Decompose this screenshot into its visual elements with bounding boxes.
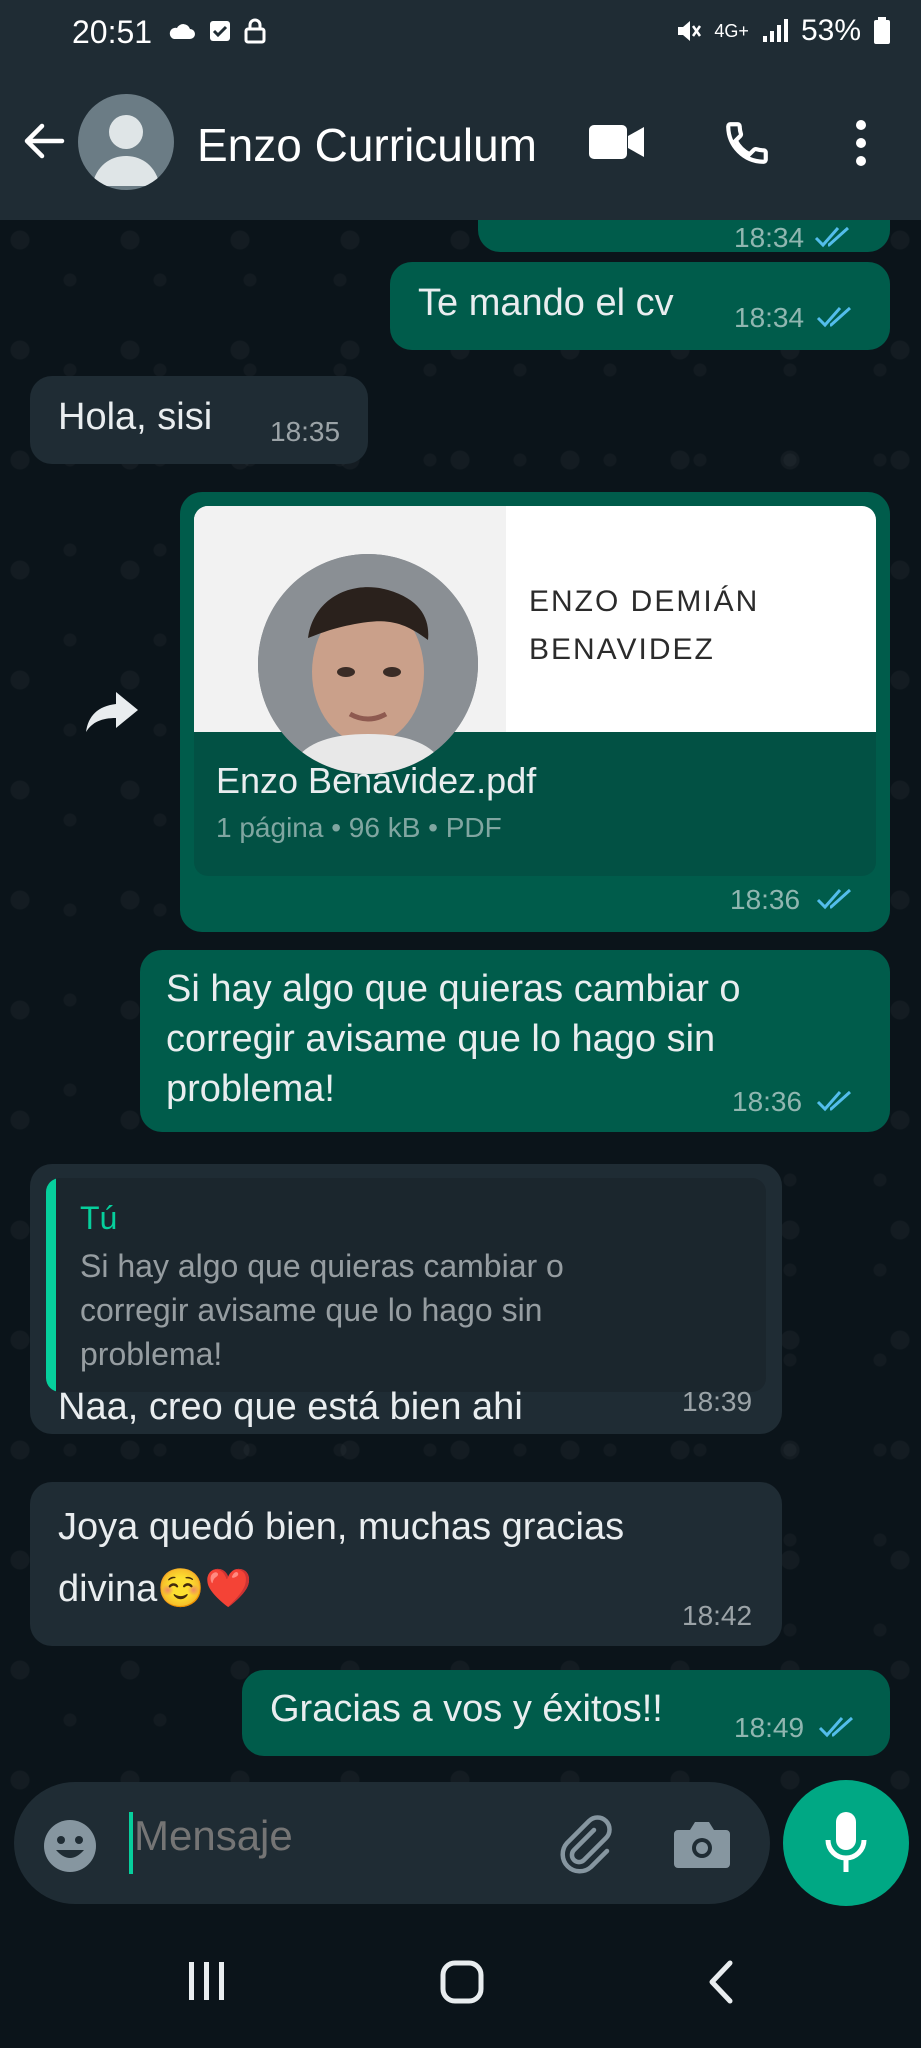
message-composer [14,1782,770,1904]
notification-icons [166,18,266,44]
emoji-icon[interactable] [42,1818,98,1879]
message-input[interactable] [134,1812,534,1860]
cloud-icon [169,24,195,39]
quoted-author: Tú [80,1200,118,1236]
message-time: 18:35 [270,416,341,447]
message-document[interactable]: ENZO DEMIÁN BENAVIDEZ Enzo Benavidez.pdf… [180,492,890,932]
forward-icon[interactable] [84,690,140,739]
profile-photo [258,554,478,774]
video-call-icon[interactable] [588,124,646,165]
mic-icon [825,1812,867,1872]
more-vert-icon[interactable] [846,118,876,173]
mute-icon [678,21,702,41]
phone-icon[interactable] [722,118,772,173]
chat-header: Enzo Curriculum [0,68,921,220]
message-text: Joya quedó bien, muchas gracias divina☺️… [58,1506,625,1610]
message-outgoing[interactable]: Gracias a vos y éxitos!! 18:49 [242,1670,890,1756]
message-time: 18:42 [682,1600,753,1631]
message-incoming[interactable]: Joya quedó bien, muchas gracias divina☺️… [30,1482,782,1646]
read-ticks-icon [814,226,850,248]
home-icon[interactable] [440,1960,484,2009]
message-time: 18:36 [730,884,801,915]
message-text: Naa, creo que está bien ahi [58,1386,523,1428]
message-time: 18:39 [682,1386,753,1417]
message-text: Si hay algo que quieras cambiar o correg… [166,968,741,1110]
message-outgoing[interactable]: Si hay algo que quieras cambiar o correg… [140,950,890,1132]
document-card[interactable]: ENZO DEMIÁN BENAVIDEZ Enzo Benavidez.pdf… [194,506,876,876]
message-text: Hola, sisi [58,396,213,438]
contact-name[interactable]: Enzo Curriculum [197,118,537,172]
message-text: Gracias a vos y éxitos!! [270,1688,663,1730]
back-arrow-icon[interactable] [20,118,66,169]
document-file-name: Enzo Benavidez.pdf [216,760,537,801]
read-ticks-icon [816,306,852,328]
nav-back-icon[interactable] [706,1960,736,2009]
read-ticks-icon [818,1716,854,1738]
document-preview: ENZO DEMIÁN BENAVIDEZ [194,506,876,774]
status-time: 20:51 [72,14,153,50]
avatar[interactable] [78,94,174,190]
status-bar: 20:51 4G+ 53% [0,0,921,68]
message-text: Te mando el cv [418,282,674,324]
message-outgoing[interactable]: Te mando el cv 18:34 [390,262,890,350]
message-time: 18:49 [734,1712,805,1743]
system-indicators: 4G+ 53% [674,14,891,48]
mic-button[interactable] [783,1780,909,1906]
read-ticks-icon [816,1090,852,1112]
message-incoming[interactable]: Hola, sisi 18:35 [30,376,368,464]
network-type: 4G+ [714,20,749,41]
battery-percent: 53% [800,14,861,47]
message-time: 18:34 [734,222,805,253]
message-time: 18:34 [734,302,805,333]
signal-icon [762,19,788,42]
recent-apps-icon[interactable] [186,1960,228,2007]
document-heading: ENZO DEMIÁN BENAVIDEZ [529,585,760,666]
quoted-text: Si hay algo que quieras cambiar o correg… [80,1248,564,1372]
document-meta: 1 página • 96 kB • PDF [216,812,502,843]
attach-icon[interactable] [554,1812,616,1879]
lock-icon [244,18,266,44]
system-nav-bar [0,1910,921,2048]
battery-icon [874,17,890,44]
message-incoming-reply[interactable]: Tú Si hay algo que quieras cambiar o cor… [30,1164,782,1434]
read-ticks-icon [816,888,852,910]
message-text: Hola Enzo! [504,220,690,232]
chat-area[interactable]: Hola Enzo! 18:34 Te mando el cv 18:34 Ho… [0,220,921,1790]
quoted-message[interactable]: Tú Si hay algo que quieras cambiar o cor… [46,1178,766,1392]
message-time: 18:36 [732,1086,803,1117]
camera-icon[interactable] [672,1818,732,1875]
message-outgoing[interactable]: Hola Enzo! 18:34 [478,220,890,253]
text-cursor [129,1812,133,1874]
check-box-icon [210,21,230,41]
